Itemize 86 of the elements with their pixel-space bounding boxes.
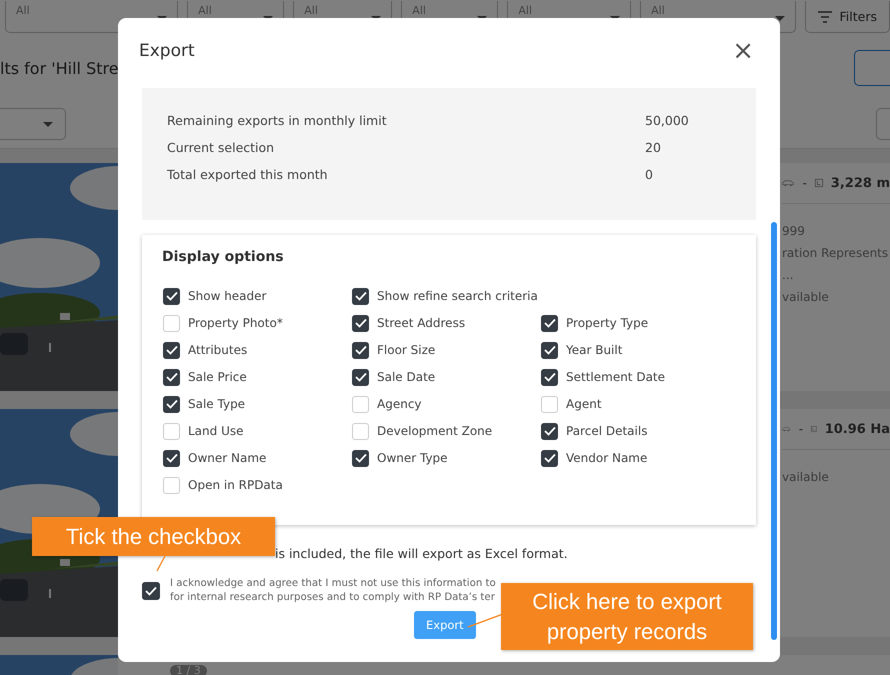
checkmark-icon (544, 345, 556, 355)
stat-value: 0 (645, 167, 653, 182)
filters-button[interactable]: Filters (804, 1, 890, 33)
scrollbar[interactable] (771, 222, 777, 640)
checkbox[interactable] (352, 314, 369, 332)
checkmark-icon (544, 318, 556, 328)
checkmark-icon (354, 318, 366, 328)
option-label: Sale Type (188, 397, 246, 411)
checkbox[interactable] (352, 288, 369, 304)
format-note: is included, the file will export as Excel format. (275, 546, 569, 563)
option-label: Agency (377, 397, 422, 411)
checkmark-icon (544, 372, 556, 382)
checkbox[interactable] (352, 342, 369, 358)
checkmark-icon (166, 291, 178, 301)
checkbox[interactable] (541, 314, 558, 332)
checkbox[interactable] (352, 450, 369, 466)
checkmark-icon (166, 345, 178, 355)
checkmark-icon (354, 372, 366, 382)
option-label: Land Use (188, 424, 244, 438)
stat-label: Remaining exports in monthly limit (167, 113, 388, 128)
property-detail: vailable (782, 470, 830, 484)
annotation-callout: Tick the checkbox (32, 517, 275, 556)
checkmark-icon (544, 426, 556, 436)
option-label: Development Zone (377, 424, 492, 438)
close-button[interactable]: × (728, 38, 758, 64)
agreement-checkbox[interactable] (142, 582, 160, 600)
export-button[interactable]: Export (414, 611, 476, 639)
property-detail: vailable (782, 290, 830, 304)
car-count: - (802, 176, 807, 190)
stat-value: 20 (645, 140, 661, 155)
property-detail: ... (782, 268, 794, 282)
option-label: Property Photo* (188, 316, 283, 330)
option-label: Show header (188, 289, 266, 303)
stat-value: 50,000 (645, 113, 689, 128)
filter-icon (818, 10, 832, 22)
car-count: - (798, 422, 804, 436)
agreement-text: for internal research purposes and to comply with RP Data’s ter (170, 592, 496, 603)
checkbox[interactable] (352, 368, 369, 386)
checkmark-icon (354, 291, 366, 301)
option-label: Vendor Name (566, 451, 648, 465)
option-label: Show refine search criteria (377, 289, 538, 303)
results-title: lts for 'Hill Stre (0, 58, 119, 78)
option-label: Sale Date (377, 370, 436, 384)
checkbox[interactable] (163, 450, 180, 466)
property-detail: 999 (782, 224, 806, 238)
checkmark-icon (166, 399, 178, 409)
option-label: Settlement Date (566, 370, 666, 384)
checkbox[interactable] (163, 368, 180, 386)
checkbox[interactable] (163, 396, 180, 412)
annotation-callout: Click here to export property records (501, 583, 753, 650)
option-label: Parcel Details (566, 424, 648, 438)
checkmark-icon (166, 372, 178, 382)
caret-icon (43, 122, 53, 126)
property-detail: ration Represents (782, 246, 890, 260)
option-label: Street Address (377, 316, 466, 330)
option-label: Attributes (188, 343, 248, 357)
agreement-text: I acknowledge and agree that I must not use this information to (170, 578, 496, 589)
option-label: Agent (566, 397, 602, 411)
option-label: Year Built (566, 343, 622, 357)
land-area: 10.96 Ha (824, 422, 890, 436)
option-label: Property Type (566, 316, 648, 330)
land-area: 3,228 m (830, 176, 890, 190)
option-label: Owner Name (188, 451, 266, 465)
checkbox[interactable] (541, 368, 558, 386)
checkbox[interactable] (541, 342, 558, 358)
leader-line (468, 613, 504, 628)
checkmark-icon (354, 453, 366, 463)
land-area-icon (814, 176, 823, 190)
section-title: Display options (162, 249, 285, 265)
checkbox[interactable] (541, 422, 558, 440)
checkbox[interactable] (541, 450, 558, 466)
leader-line (156, 556, 166, 572)
option-label: Owner Type (377, 451, 448, 465)
checkbox[interactable] (163, 342, 180, 358)
checkmark-icon (145, 586, 157, 596)
checkbox[interactable] (163, 288, 180, 304)
stat-label: Current selection (167, 140, 276, 155)
caret-icon (774, 16, 785, 21)
dialog-title: Export (139, 41, 195, 61)
option-label: Open in RPData (188, 478, 283, 492)
option-label: Floor Size (377, 343, 436, 357)
checkmark-icon (354, 345, 366, 355)
checkmark-icon (166, 453, 178, 463)
stat-label: Total exported this month (167, 167, 329, 182)
option-label: Sale Price (188, 370, 247, 384)
checkmark-icon (544, 453, 556, 463)
